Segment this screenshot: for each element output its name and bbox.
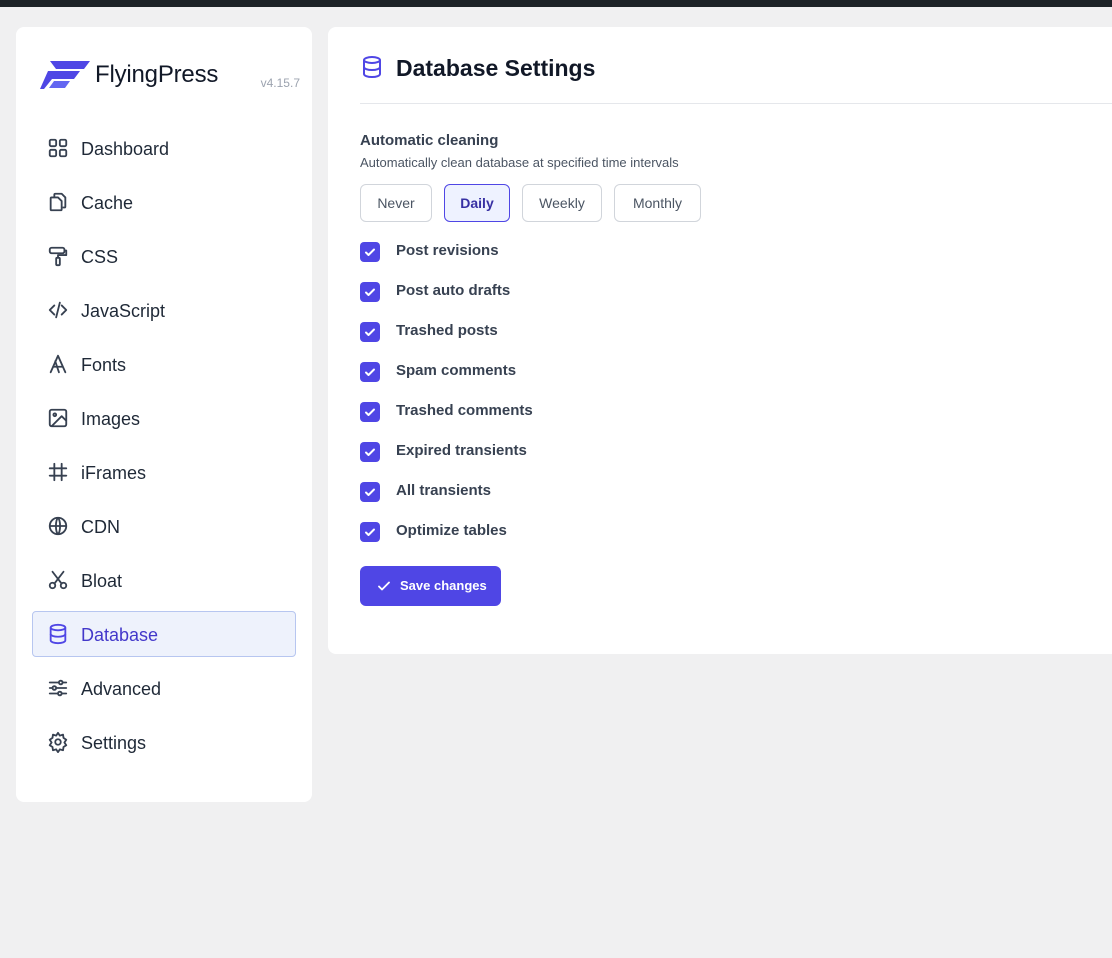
brand-name: FlyingPress — [95, 61, 219, 88]
scissors-icon — [48, 570, 68, 590]
sidebar-item-cache[interactable]: Cache — [32, 179, 296, 225]
sidebar-item-label: Settings — [81, 733, 147, 753]
option-spam-comments[interactable]: Spam comments — [360, 360, 660, 400]
checkbox[interactable] — [360, 242, 380, 262]
check-icon — [365, 528, 375, 536]
check-icon — [365, 488, 375, 496]
cleanup-options: Post revisions Post auto drafts Trashed … — [360, 240, 660, 560]
sidebar-item-bloat[interactable]: Bloat — [32, 557, 296, 603]
sidebar-item-javascript[interactable]: JavaScript — [32, 287, 296, 333]
code-icon — [48, 301, 68, 319]
gear-icon — [48, 731, 68, 753]
copy-icon — [49, 192, 67, 212]
checkbox[interactable] — [360, 522, 380, 542]
interval-daily-button[interactable]: Daily — [444, 184, 510, 222]
database-icon — [49, 623, 67, 645]
admin-top-bar — [0, 0, 1112, 7]
option-label: Post revisions — [396, 242, 499, 259]
frame-icon — [48, 462, 68, 482]
dashboard-grid-icon — [48, 138, 68, 158]
check-icon — [378, 581, 390, 591]
checkbox[interactable] — [360, 482, 380, 502]
check-icon — [365, 368, 375, 376]
sidebar-item-label: JavaScript — [81, 301, 166, 321]
interval-selector: Never Daily Weekly Monthly — [360, 184, 713, 222]
paint-roller-icon — [48, 246, 68, 267]
save-button-label: Save changes — [400, 578, 487, 593]
check-icon — [365, 288, 375, 296]
checkbox[interactable] — [360, 322, 380, 342]
sidebar-item-label: CSS — [81, 247, 119, 267]
sliders-icon — [48, 679, 68, 697]
checkbox[interactable] — [360, 282, 380, 302]
globe-icon — [48, 516, 68, 536]
sidebar-item-iframes[interactable]: iFrames — [32, 449, 296, 495]
sidebar-item-css[interactable]: CSS — [32, 233, 296, 279]
checkbox[interactable] — [360, 362, 380, 382]
option-label: Spam comments — [396, 362, 517, 379]
check-icon — [365, 248, 375, 256]
sidebar-item-cdn[interactable]: CDN — [32, 503, 296, 549]
option-post-revisions[interactable]: Post revisions — [360, 240, 660, 280]
check-icon — [365, 448, 375, 456]
check-icon — [365, 328, 375, 336]
main-panel: Database Settings Automatic cleaning Aut… — [328, 27, 1112, 654]
option-label: Post auto drafts — [396, 282, 511, 299]
sidebar-item-label: Images — [81, 409, 141, 429]
sidebar-item-label: CDN — [81, 517, 120, 537]
sidebar-item-database[interactable]: Database — [32, 611, 296, 657]
header-divider — [360, 103, 1112, 104]
flyingpress-logo-icon — [40, 61, 90, 89]
version-label: v4.15.7 — [260, 76, 300, 90]
option-label: Trashed comments — [396, 402, 533, 419]
database-icon — [363, 56, 381, 79]
section-description: Automatically clean database at specifie… — [360, 155, 679, 170]
sidebar-item-label: Dashboard — [81, 139, 170, 159]
sidebar-item-dashboard[interactable]: Dashboard — [32, 125, 296, 171]
option-label: Trashed posts — [396, 322, 498, 339]
checkbox[interactable] — [360, 442, 380, 462]
option-label: Optimize tables — [396, 522, 507, 539]
page-header: Database Settings — [360, 55, 1112, 85]
option-label: Expired transients — [396, 442, 527, 459]
checkbox[interactable] — [360, 402, 380, 422]
option-expired-transients[interactable]: Expired transients — [360, 440, 660, 480]
sidebar-item-label: Advanced — [81, 679, 162, 699]
sidebar-item-label: iFrames — [81, 463, 147, 483]
sidebar-nav: Dashboard Cache CSS JavaScript Fonts Ima… — [32, 125, 296, 773]
option-post-auto-drafts[interactable]: Post auto drafts — [360, 280, 660, 320]
sidebar-item-advanced[interactable]: Advanced — [32, 665, 296, 711]
sidebar-item-images[interactable]: Images — [32, 395, 296, 441]
interval-weekly-button[interactable]: Weekly — [522, 184, 602, 222]
sidebar-item-label: Bloat — [81, 571, 123, 591]
sidebar-item-fonts[interactable]: Fonts — [32, 341, 296, 387]
option-label: All transients — [396, 482, 492, 499]
sidebar-item-label: Fonts — [81, 355, 127, 375]
interval-monthly-button[interactable]: Monthly — [614, 184, 701, 222]
option-optimize-tables[interactable]: Optimize tables — [360, 520, 660, 560]
font-icon — [49, 354, 67, 374]
sidebar-item-settings[interactable]: Settings — [32, 719, 296, 765]
option-trashed-comments[interactable]: Trashed comments — [360, 400, 660, 440]
sidebar: FlyingPress v4.15.7 Dashboard Cache CSS … — [16, 27, 312, 802]
brand: FlyingPress v4.15.7 — [40, 57, 300, 93]
section-title: Automatic cleaning — [360, 132, 499, 149]
check-icon — [365, 408, 375, 416]
sidebar-item-label: Database — [81, 625, 159, 645]
save-changes-button[interactable]: Save changes — [360, 566, 501, 606]
option-trashed-posts[interactable]: Trashed posts — [360, 320, 660, 360]
image-icon — [48, 408, 68, 428]
sidebar-item-label: Cache — [81, 193, 134, 213]
page-title: Database Settings — [396, 55, 596, 81]
option-all-transients[interactable]: All transients — [360, 480, 660, 520]
interval-never-button[interactable]: Never — [360, 184, 432, 222]
